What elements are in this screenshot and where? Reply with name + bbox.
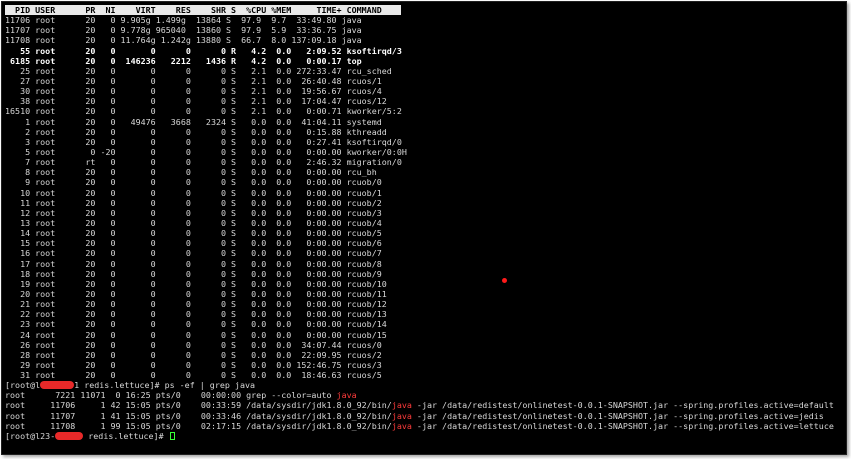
- process-row: 3 root 20 0 0 0 0 S 0.0 0.0 0:27.41 ksof…: [5, 136, 402, 147]
- process-row: 27 root 20 0 0 0 0 S 2.1 0.0 26:40.48 rc…: [5, 75, 382, 86]
- ps-command-prompt: [root@l 1 redis.lettuce]# ps -ef | grep j…: [5, 380, 846, 390]
- process-row: 14 root 20 0 0 0 0 S 0.0 0.0 0:00.00 rcu…: [5, 228, 382, 239]
- top-column-header: PID USER PR NI VIRT RES SHR S %CPU %MEM …: [5, 5, 401, 16]
- grep-match-java: java: [336, 390, 357, 401]
- process-row: 22 root 20 0 0 0 0 S 0.0 0.0 0:00.00 rcu…: [5, 309, 387, 320]
- process-row: 18 root 20 0 0 0 0 S 0.0 0.0 0:00.00 rcu…: [5, 268, 382, 279]
- process-row: 28 root 20 0 0 0 0 S 0.0 0.0 22:09.95 rc…: [5, 349, 382, 360]
- prompt-path: redis.lettuce]#: [83, 430, 169, 441]
- cursor-block: [169, 431, 175, 440]
- ps-row-suffix: -jar /data/redistest/onlinetest-0.0.1-SN…: [411, 400, 834, 411]
- ps-output-row: root 7221 11071 0 16:25 pts/0 00:00:00 g…: [5, 390, 846, 400]
- prompt-prefix: [root@l23-: [5, 430, 56, 441]
- process-row: 11708 root 20 0 11.764g 1.242g 13880 S 6…: [5, 35, 362, 46]
- process-row: 24 root 20 0 0 0 0 S 0.0 0.0 0:00.00 rcu…: [5, 329, 387, 340]
- grep-match-java: java: [391, 400, 412, 411]
- process-row: 55 root 20 0 0 0 0 R 4.2 0.0 2:09.52 kso…: [5, 45, 402, 56]
- redacted-hostname: [55, 431, 84, 440]
- process-row: 26 root 20 0 0 0 0 S 0.0 0.0 34:07.44 rc…: [5, 339, 382, 350]
- ps-output-row: root 11707 1 41 15:05 pts/0 00:33:46 /da…: [5, 411, 846, 421]
- process-list: 11706 root 20 0 9.905g 1.499g 13864 S 97…: [5, 15, 846, 380]
- grep-match-java: java: [391, 410, 412, 421]
- ps-output: root 7221 11071 0 16:25 pts/0 00:00:00 g…: [5, 390, 846, 431]
- red-dot-marker: [502, 278, 507, 283]
- process-row: 31 root 20 0 0 0 0 S 0.0 0.0 18:46.63 rc…: [5, 370, 382, 381]
- ps-row-prefix: root 7221 11071 0 16:25 pts/0 00:00:00 g…: [5, 390, 337, 401]
- ps-output-row: root 11708 1 99 15:05 pts/0 02:17:15 /da…: [5, 421, 846, 431]
- process-row: 17 root 20 0 0 0 0 S 0.0 0.0 0:00.00 rcu…: [5, 258, 382, 269]
- process-row: 11706 root 20 0 9.905g 1.499g 13864 S 97…: [5, 15, 362, 26]
- prompt-prefix: [root@l: [5, 380, 41, 391]
- process-row: 15 root 20 0 0 0 0 S 0.0 0.0 0:00.00 rcu…: [5, 238, 382, 249]
- process-row: 21 root 20 0 0 0 0 S 0.0 0.0 0:00.00 rcu…: [5, 299, 387, 310]
- redacted-hostname: [40, 381, 75, 390]
- terminal-screen[interactable]: PID USER PR NI VIRT RES SHR S %CPU %MEM …: [5, 5, 846, 454]
- process-row: 20 root 20 0 0 0 0 S 0.0 0.0 0:00.00 rcu…: [5, 288, 387, 299]
- ps-row-prefix: root 11707 1 41 15:05 pts/0 00:33:46 /da…: [5, 410, 392, 421]
- process-row: 2 root 20 0 0 0 0 S 0.0 0.0 0:15.88 kthr…: [5, 126, 387, 137]
- ps-row-prefix: root 11708 1 99 15:05 pts/0 02:17:15 /da…: [5, 420, 392, 431]
- process-row: 29 root 20 0 0 0 0 S 0.0 0.0 152:46.75 r…: [5, 359, 382, 370]
- prompt-command: 1 redis.lettuce]# ps -ef | grep java: [74, 380, 256, 391]
- process-row: 5 root 0 -20 0 0 0 S 0.0 0.0 0:00.00 kwo…: [5, 146, 407, 157]
- process-row: 1 root 20 0 49476 3668 2324 S 0.0 0.0 41…: [5, 116, 382, 127]
- ps-output-row: root 11706 1 42 15:05 pts/0 00:33:59 /da…: [5, 400, 846, 410]
- process-row: 25 root 20 0 0 0 0 S 2.1 0.0 272:33.47 r…: [5, 65, 392, 76]
- ps-row-suffix: -jar /data/redistest/onlinetest-0.0.1-SN…: [411, 420, 834, 431]
- process-row: 11707 root 20 0 9.778g 965040 13860 S 97…: [5, 25, 362, 36]
- process-row: 16510 root 20 0 0 0 0 S 2.1 0.0 0:00.71 …: [5, 106, 402, 117]
- process-row: 19 root 20 0 0 0 0 S 0.0 0.0 0:00.00 rcu…: [5, 278, 387, 289]
- process-row: 38 root 20 0 0 0 0 S 2.1 0.0 17:04.47 rc…: [5, 96, 387, 107]
- process-row: 23 root 20 0 0 0 0 S 0.0 0.0 0:00.00 rcu…: [5, 319, 387, 330]
- process-row: 11 root 20 0 0 0 0 S 0.0 0.0 0:00.00 rcu…: [5, 197, 382, 208]
- ps-row-prefix: root 11706 1 42 15:05 pts/0 00:33:59 /da…: [5, 400, 392, 411]
- ps-row-suffix: -jar /data/redistest/onlinetest-0.0.1-SN…: [411, 410, 824, 421]
- process-row: 7 root rt 0 0 0 0 S 0.0 0.0 2:46.32 migr…: [5, 157, 402, 168]
- current-prompt[interactable]: [root@l23- redis.lettuce]#: [5, 431, 846, 441]
- terminal-window[interactable]: PID USER PR NI VIRT RES SHR S %CPU %MEM …: [1, 1, 847, 455]
- process-row: 10 root 20 0 0 0 0 S 0.0 0.0 0:00.00 rcu…: [5, 187, 382, 198]
- process-row: 13 root 20 0 0 0 0 S 0.0 0.0 0:00.00 rcu…: [5, 217, 382, 228]
- grep-match-java: java: [391, 420, 412, 431]
- process-row: 16 root 20 0 0 0 0 S 0.0 0.0 0:00.00 rcu…: [5, 248, 382, 259]
- process-row: 12 root 20 0 0 0 0 S 0.0 0.0 0:00.00 rcu…: [5, 207, 382, 218]
- process-row: 9 root 20 0 0 0 0 S 0.0 0.0 0:00.00 rcuo…: [5, 177, 382, 188]
- process-row: 30 root 20 0 0 0 0 S 2.1 0.0 19:56.67 rc…: [5, 86, 382, 97]
- process-row: 8 root 20 0 0 0 0 S 0.0 0.0 0:00.00 rcu_…: [5, 167, 377, 178]
- process-row: 6185 root 20 0 146236 2212 1436 R 4.2 0.…: [5, 55, 362, 66]
